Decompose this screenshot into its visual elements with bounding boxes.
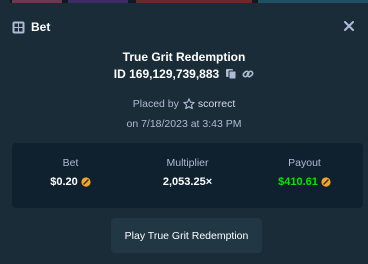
bet-value: $0.20 bbox=[50, 176, 78, 188]
copy-link-button[interactable] bbox=[242, 68, 254, 80]
link-icon bbox=[242, 70, 254, 78]
modal-header: Bet bbox=[12, 17, 356, 37]
multiplier-value: 2,053.25× bbox=[162, 176, 213, 188]
bet-value-row: $0.20 bbox=[50, 176, 91, 188]
bet-id: ID 169,129,739,883 bbox=[113, 67, 220, 81]
bet-amount-stat: Bet $0.20 bbox=[12, 143, 129, 208]
payout-label: Payout bbox=[288, 157, 321, 169]
multiplier-label: Multiplier bbox=[166, 157, 209, 169]
bet-label: Bet bbox=[62, 157, 79, 169]
copy-icon bbox=[226, 69, 237, 80]
placed-by-label: Placed by bbox=[132, 98, 179, 110]
username-link[interactable]: scorrect bbox=[198, 98, 235, 110]
play-game-button[interactable]: Play True Grit Redemption bbox=[111, 218, 262, 253]
multiplier-stat: Multiplier 2,053.25× bbox=[129, 143, 246, 208]
payout-value-row: $410.61 bbox=[278, 176, 331, 188]
copy-id-button[interactable] bbox=[225, 68, 237, 80]
close-icon bbox=[344, 21, 354, 31]
payout-value: $410.61 bbox=[278, 176, 318, 188]
bet-id-row: ID 169,129,739,883 bbox=[0, 67, 368, 81]
placed-by-row: Placed by scorrect bbox=[0, 98, 368, 110]
game-title: True Grit Redemption bbox=[122, 50, 246, 64]
coin-icon bbox=[321, 177, 331, 187]
bet-slip-icon bbox=[12, 21, 25, 34]
bet-datetime: on 7/18/2023 at 3:43 PM bbox=[126, 118, 242, 130]
star-icon bbox=[183, 98, 195, 110]
payout-stat: Payout $410.61 bbox=[246, 143, 363, 208]
close-button[interactable] bbox=[342, 19, 356, 33]
bet-details-modal: Bet True Grit Redemption ID 169,129,739,… bbox=[0, 3, 368, 264]
coin-icon bbox=[81, 177, 91, 187]
bet-stats-panel: Bet $0.20 Multiplier 2,053.25× Payout $4… bbox=[12, 143, 363, 208]
modal-title: Bet bbox=[31, 20, 51, 34]
